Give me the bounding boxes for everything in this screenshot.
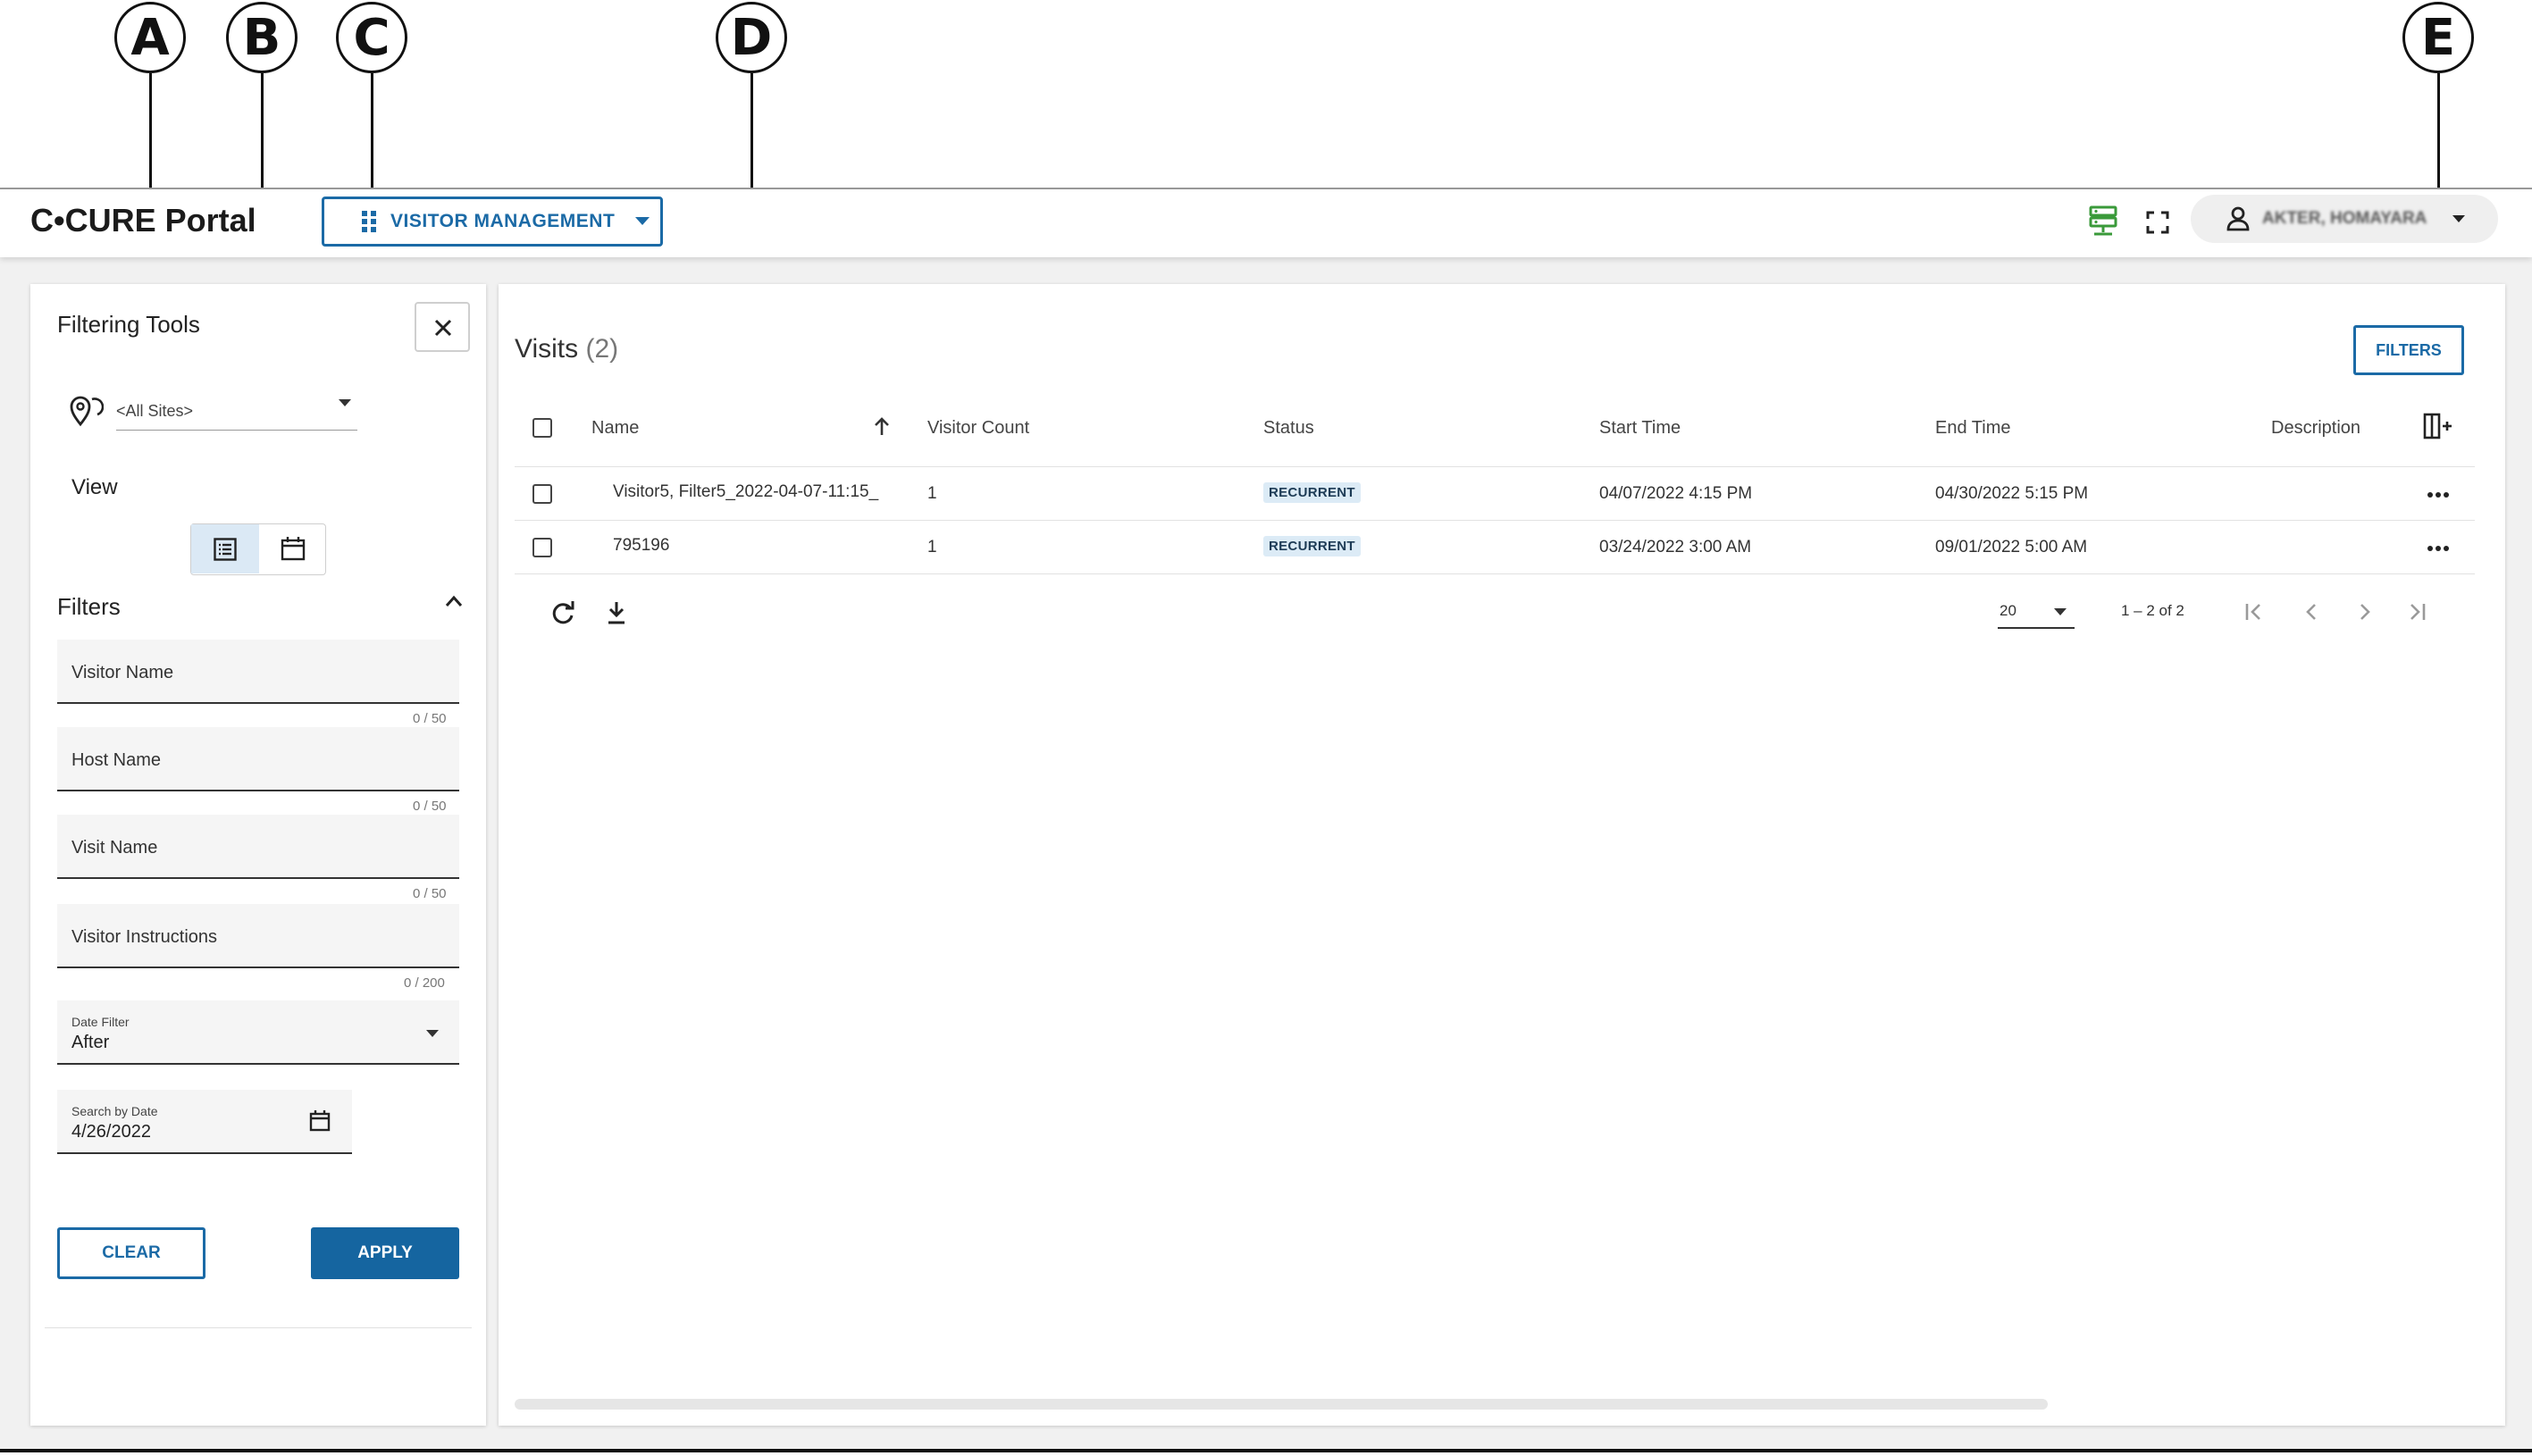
host-name-counter: 0 / 50 bbox=[413, 799, 447, 814]
download-icon[interactable] bbox=[606, 600, 627, 625]
caret-down-icon bbox=[2054, 608, 2067, 615]
app-logo[interactable]: C•CURE Portal bbox=[30, 202, 256, 239]
last-page-icon[interactable] bbox=[2407, 602, 2427, 622]
callout-c: C bbox=[336, 2, 407, 73]
user-menu[interactable]: AKTER, HOMAYARA bbox=[2191, 195, 2498, 243]
header-divider bbox=[515, 466, 2475, 467]
visits-title-text: Visits bbox=[515, 334, 579, 364]
chevron-up-icon[interactable] bbox=[445, 595, 463, 607]
visit-name-field[interactable]: Visit Name bbox=[57, 815, 459, 879]
visit-name-counter: 0 / 50 bbox=[413, 886, 447, 901]
calendar-picker-icon[interactable] bbox=[309, 1109, 331, 1133]
visits-panel bbox=[499, 284, 2505, 1426]
page-size-value: 20 bbox=[2000, 602, 2016, 619]
filters-button[interactable]: FILTERS bbox=[2353, 325, 2464, 375]
row-1-divider bbox=[515, 520, 2475, 521]
user-icon bbox=[2226, 206, 2250, 231]
chevron-down-icon bbox=[2452, 215, 2466, 222]
view-toggle-group bbox=[190, 523, 326, 575]
chevron-down-icon bbox=[635, 217, 650, 225]
row-2-end-time: 09/01/2022 5:00 AM bbox=[1935, 538, 2088, 556]
pagination-range: 1 – 2 of 2 bbox=[2121, 602, 2184, 619]
column-header-visitor-count[interactable]: Visitor Count bbox=[927, 418, 1029, 439]
visitor-instructions-counter: 0 / 200 bbox=[404, 975, 445, 991]
row-2-status-badge: RECURRENT bbox=[1263, 536, 1361, 556]
clear-button[interactable]: CLEAR bbox=[57, 1227, 205, 1279]
panel-divider bbox=[45, 1327, 472, 1328]
visitor-management-button[interactable]: VISITOR MANAGEMENT bbox=[322, 197, 663, 247]
callout-b: B bbox=[226, 2, 298, 73]
site-select[interactable]: <All Sites> bbox=[116, 386, 357, 431]
row-1-checkbox[interactable] bbox=[532, 484, 552, 504]
calendar-view-button[interactable] bbox=[259, 524, 325, 573]
list-view-button[interactable] bbox=[191, 524, 259, 573]
row-1-name[interactable]: Visitor5, Filter5_2022-04-07-11:15_ bbox=[613, 482, 878, 502]
date-filter-label: Date Filter bbox=[71, 1015, 130, 1029]
column-header-end-time[interactable]: End Time bbox=[1935, 418, 2010, 439]
row-1-visitor-count: 1 bbox=[927, 484, 937, 503]
first-page-icon[interactable] bbox=[2244, 602, 2264, 622]
site-select-value: <All Sites> bbox=[116, 402, 194, 420]
row-1-start-time: 04/07/2022 4:15 PM bbox=[1599, 484, 1753, 503]
host-name-placeholder: Host Name bbox=[71, 750, 162, 770]
row-2-visitor-count: 1 bbox=[927, 538, 937, 556]
callout-e: E bbox=[2402, 2, 2474, 73]
close-icon bbox=[434, 319, 452, 337]
visitor-instructions-placeholder: Visitor Instructions bbox=[71, 927, 218, 947]
row-2-checkbox[interactable] bbox=[532, 538, 552, 557]
visitor-name-field[interactable]: Visitor Name bbox=[57, 640, 459, 704]
page-size-select[interactable]: 20 bbox=[1998, 595, 2075, 629]
row-2-name[interactable]: 795196 bbox=[613, 536, 669, 556]
row-2-more-icon[interactable] bbox=[2427, 545, 2450, 552]
date-filter-select[interactable]: Date Filter After bbox=[57, 1000, 459, 1065]
visits-title: Visits (2) bbox=[515, 334, 618, 364]
column-header-name[interactable]: Name bbox=[591, 418, 639, 439]
row-1-more-icon[interactable] bbox=[2427, 491, 2450, 498]
visitor-instructions-field[interactable]: Visitor Instructions bbox=[57, 904, 459, 968]
column-header-start-time[interactable]: Start Time bbox=[1599, 418, 1681, 439]
row-1-end-time: 04/30/2022 5:15 PM bbox=[1935, 484, 2089, 503]
sort-ascending-icon[interactable] bbox=[874, 416, 890, 436]
column-header-description[interactable]: Description bbox=[2271, 418, 2360, 439]
callout-a: A bbox=[114, 2, 186, 73]
view-label: View bbox=[71, 475, 118, 499]
visit-name-placeholder: Visit Name bbox=[71, 838, 158, 858]
visitor-name-counter: 0 / 50 bbox=[413, 711, 447, 726]
list-view-icon bbox=[214, 538, 237, 561]
search-by-date-field[interactable]: Search by Date 4/26/2022 bbox=[57, 1090, 352, 1154]
previous-page-icon[interactable] bbox=[2301, 602, 2321, 622]
caret-down-icon bbox=[426, 1030, 439, 1037]
column-header-status[interactable]: Status bbox=[1263, 418, 1314, 439]
apps-grid-icon bbox=[362, 211, 376, 232]
close-panel-button[interactable] bbox=[415, 302, 470, 352]
callout-d: D bbox=[716, 2, 787, 73]
row-1-status-badge: RECURRENT bbox=[1263, 482, 1361, 503]
server-status-icon[interactable] bbox=[2089, 205, 2117, 238]
horizontal-scrollbar[interactable] bbox=[515, 1399, 2048, 1410]
search-by-date-label: Search by Date bbox=[71, 1104, 158, 1118]
refresh-icon[interactable] bbox=[550, 600, 575, 625]
location-pin-icon bbox=[70, 396, 104, 427]
host-name-field[interactable]: Host Name bbox=[57, 727, 459, 791]
visits-count: (2) bbox=[585, 334, 619, 364]
user-name: AKTER, HOMAYARA bbox=[2262, 209, 2427, 228]
row-2-divider bbox=[515, 573, 2475, 574]
row-2-start-time: 03/24/2022 3:00 AM bbox=[1599, 538, 1752, 556]
filtering-tools-title: Filtering Tools bbox=[57, 311, 200, 338]
fullscreen-icon[interactable] bbox=[2146, 211, 2169, 234]
next-page-icon[interactable] bbox=[2355, 602, 2375, 622]
filters-section-label: Filters bbox=[57, 593, 121, 620]
apply-button[interactable]: APPLY bbox=[311, 1227, 459, 1279]
column-chooser-icon[interactable] bbox=[2423, 413, 2453, 439]
search-by-date-value: 4/26/2022 bbox=[71, 1122, 151, 1142]
caret-down-icon bbox=[339, 399, 351, 406]
calendar-icon bbox=[281, 537, 306, 561]
date-filter-value: After bbox=[71, 1033, 110, 1052]
visitor-management-label: VISITOR MANAGEMENT bbox=[390, 211, 616, 231]
select-all-checkbox[interactable] bbox=[532, 418, 552, 438]
visitor-name-placeholder: Visitor Name bbox=[71, 663, 174, 682]
